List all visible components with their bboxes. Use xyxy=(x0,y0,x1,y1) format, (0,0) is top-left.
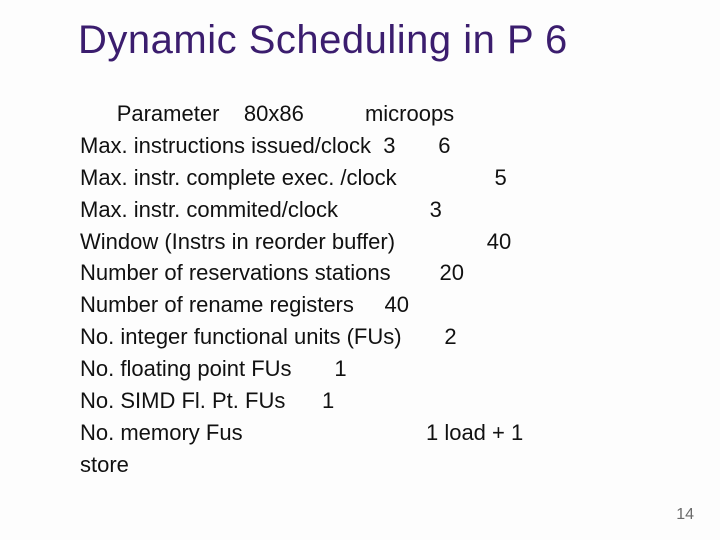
row-value: 20 xyxy=(439,260,463,285)
row-label: Max. instructions issued/clock xyxy=(80,133,371,158)
row-value: 2 xyxy=(444,324,456,349)
page-number: 14 xyxy=(676,506,694,524)
row-label: No. SIMD Fl. Pt. FUs xyxy=(80,388,285,413)
row-label: No. integer functional units (FUs) xyxy=(80,324,402,349)
hdr-microops: microops xyxy=(365,101,454,126)
table-row: Max. instructions issued/clock 3 6 xyxy=(80,130,670,162)
row-value: 40 xyxy=(384,292,408,317)
row-value: 1 xyxy=(334,356,346,381)
row-label: store xyxy=(80,452,129,477)
table-row: Max. instr. commited/clock 3 xyxy=(80,194,670,226)
row-value: 3 xyxy=(383,133,395,158)
row-label: Max. instr. complete exec. /clock xyxy=(80,165,397,190)
hdr-parameter xyxy=(80,101,117,126)
row-value: 1 xyxy=(322,388,334,413)
table-row: Window (Instrs in reorder buffer) 40 xyxy=(80,226,670,258)
row-label: Max. instr. commited/clock xyxy=(80,197,338,222)
table-row: No. integer functional units (FUs) 2 xyxy=(80,321,670,353)
row-value: 40 xyxy=(487,229,511,254)
table-row: Max. instr. complete exec. /clock 5 xyxy=(80,162,670,194)
table-row: No. SIMD Fl. Pt. FUs 1 xyxy=(80,385,670,417)
table-row: No. floating point FUs 1 xyxy=(80,353,670,385)
hdr-param-text: Parameter xyxy=(117,101,220,126)
row-value: 1 load + 1 xyxy=(426,420,523,445)
table-row: Number of rename registers 40 xyxy=(80,289,670,321)
slide-title: Dynamic Scheduling in P 6 xyxy=(78,18,568,63)
row-label: No. floating point FUs xyxy=(80,356,292,381)
hdr-80x86: 80x86 xyxy=(244,101,304,126)
table-header: Parameter 80x86 microops xyxy=(80,98,670,130)
table-row: store xyxy=(80,449,670,481)
row-label: Window (Instrs in reorder buffer) xyxy=(80,229,395,254)
row-value: 3 xyxy=(430,197,442,222)
table-row: Number of reservations stations 20 xyxy=(80,257,670,289)
slide: Dynamic Scheduling in P 6 Parameter 80x8… xyxy=(0,0,720,540)
row-label: Number of reservations stations xyxy=(80,260,391,285)
table-row: No. memory Fus 1 load + 1 xyxy=(80,417,670,449)
row-value: 6 xyxy=(438,133,450,158)
slide-body: Parameter 80x86 microops Max. instructio… xyxy=(80,98,670,481)
row-label: Number of rename registers xyxy=(80,292,354,317)
row-value: 5 xyxy=(494,165,506,190)
row-label: No. memory Fus xyxy=(80,420,243,445)
